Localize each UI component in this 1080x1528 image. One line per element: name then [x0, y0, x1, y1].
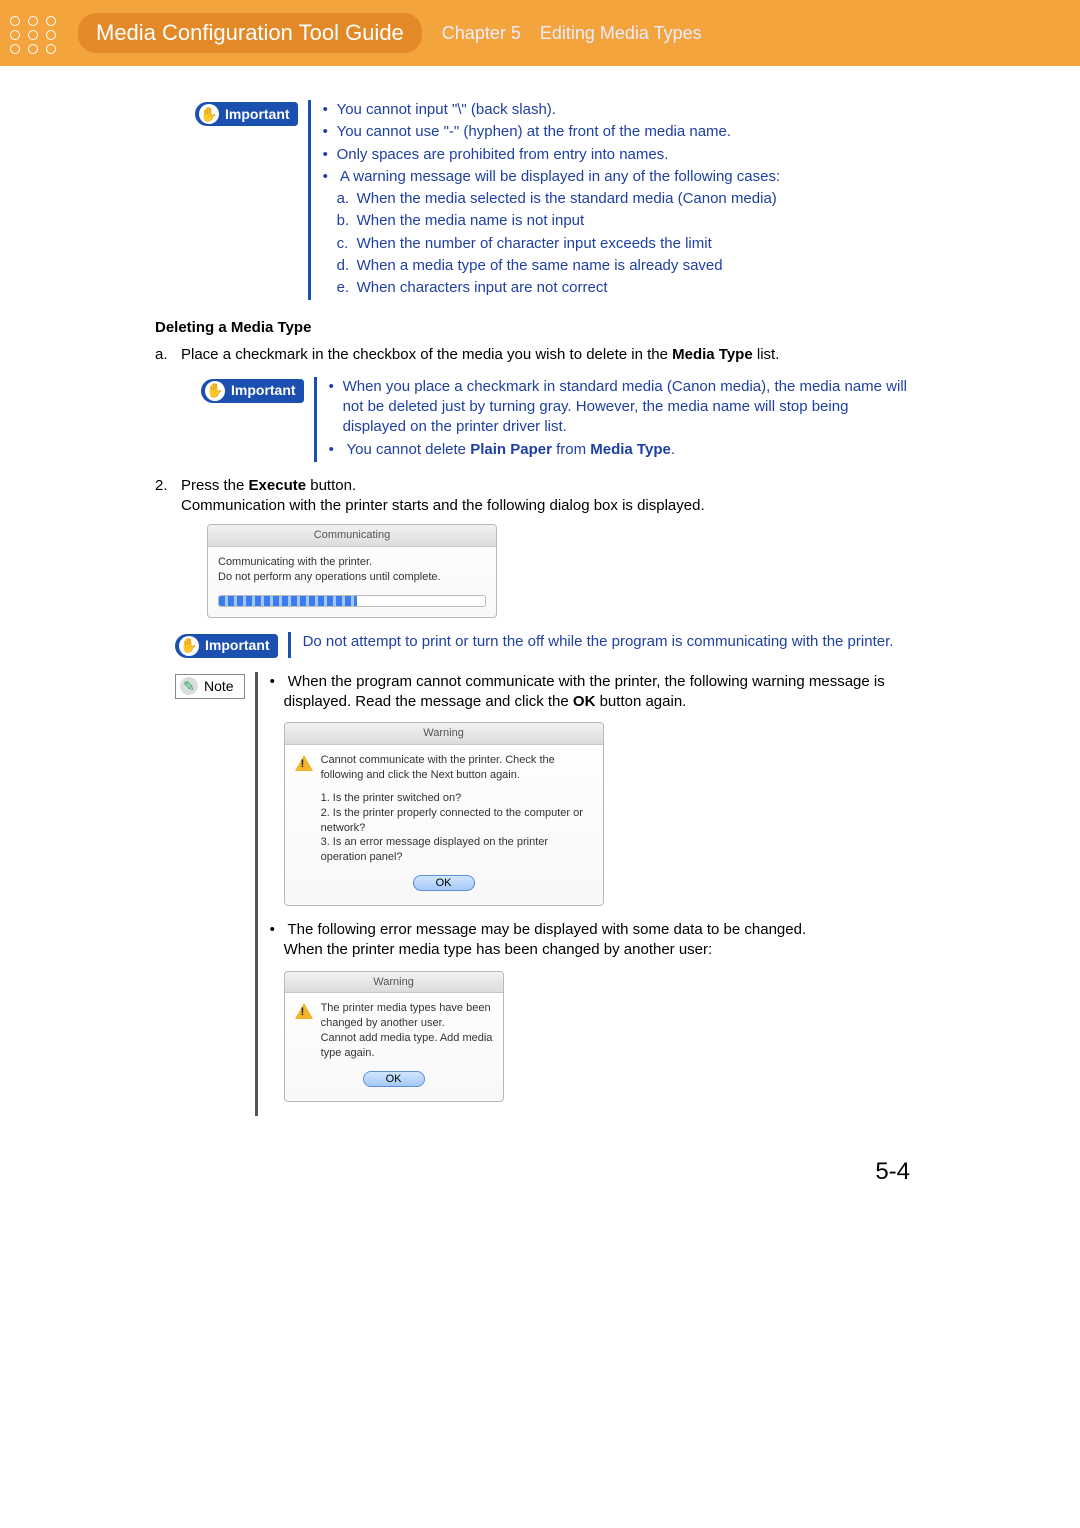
hand-icon: ✋ [199, 104, 219, 124]
important1-item: Only spaces are prohibited from entry in… [323, 145, 910, 165]
ok-button[interactable]: OK [363, 1071, 425, 1087]
warning-icon [295, 755, 313, 771]
communicating-dialog: Communicating Communicating with the pri… [207, 524, 497, 618]
dialog-text: The printer media types have been change… [321, 1001, 493, 1060]
progress-bar [218, 595, 486, 607]
pencil-icon: ✎ [180, 677, 198, 695]
header-dot-grid [10, 12, 70, 54]
important-tag: ✋ Important [195, 102, 298, 126]
important-tag: ✋ Important [175, 634, 278, 658]
page-number: 5-4 [155, 1156, 910, 1188]
dialog-text: Communicating with the printer. [218, 555, 486, 570]
guide-title-badge: Media Configuration Tool Guide [78, 13, 422, 53]
important-callout-2: ✋ Important When you place a checkmark i… [201, 377, 910, 462]
hand-icon: ✋ [179, 636, 199, 656]
note-tag: ✎ Note [175, 674, 245, 699]
warning-icon [295, 1003, 313, 1019]
dialog-title: Warning [285, 972, 503, 994]
important1-item: A warning message will be displayed in a… [323, 167, 910, 299]
dialog-text: Cannot communicate with the printer. Che… [321, 753, 593, 783]
dialog-text: 3. Is an error message displayed on the … [321, 835, 593, 865]
important-callout-3: ✋ Important Do not attempt to print or t… [175, 632, 910, 658]
dialog-text: Do not perform any operations until comp… [218, 570, 486, 585]
important1-item: You cannot input "\" (back slash). [323, 100, 910, 120]
note-callout: ✎ Note When the program cannot communica… [175, 672, 910, 1116]
important1-item: You cannot use "-" (hyphen) at the front… [323, 122, 910, 142]
chapter-label: Chapter 5 Editing Media Types [442, 21, 702, 45]
important-callout-1: ✋ Important You cannot input "\" (back s… [195, 100, 910, 300]
page-body: ✋ Important You cannot input "\" (back s… [0, 66, 1080, 1228]
hand-icon: ✋ [205, 381, 225, 401]
ok-button[interactable]: OK [413, 875, 475, 891]
dialog-title: Warning [285, 723, 603, 745]
section-heading-deleting: Deleting a Media Type [155, 318, 910, 338]
dialog-text: 1. Is the printer switched on? [321, 791, 593, 806]
dialog-title: Communicating [208, 525, 496, 547]
important-tag: ✋ Important [201, 379, 304, 403]
important2-item: When you place a checkmark in standard m… [329, 377, 910, 438]
step-a: a. Place a checkmark in the checkbox of … [155, 345, 910, 462]
important2-item: You cannot delete Plain Paper from Media… [329, 440, 910, 460]
warning-dialog-1: Warning Cannot communicate with the prin… [284, 722, 604, 906]
note-item: When the program cannot communicate with… [270, 672, 910, 906]
note-item: The following error message may be displ… [270, 920, 910, 1102]
step-2: 2. Press the Execute button. Communicati… [155, 476, 910, 618]
important3-text: Do not attempt to print or turn the off … [303, 632, 910, 652]
page-header: Media Configuration Tool Guide Chapter 5… [0, 0, 1080, 66]
dialog-text: 2. Is the printer properly connected to … [321, 806, 593, 836]
warning-dialog-2: Warning The printer media types have bee… [284, 971, 504, 1102]
